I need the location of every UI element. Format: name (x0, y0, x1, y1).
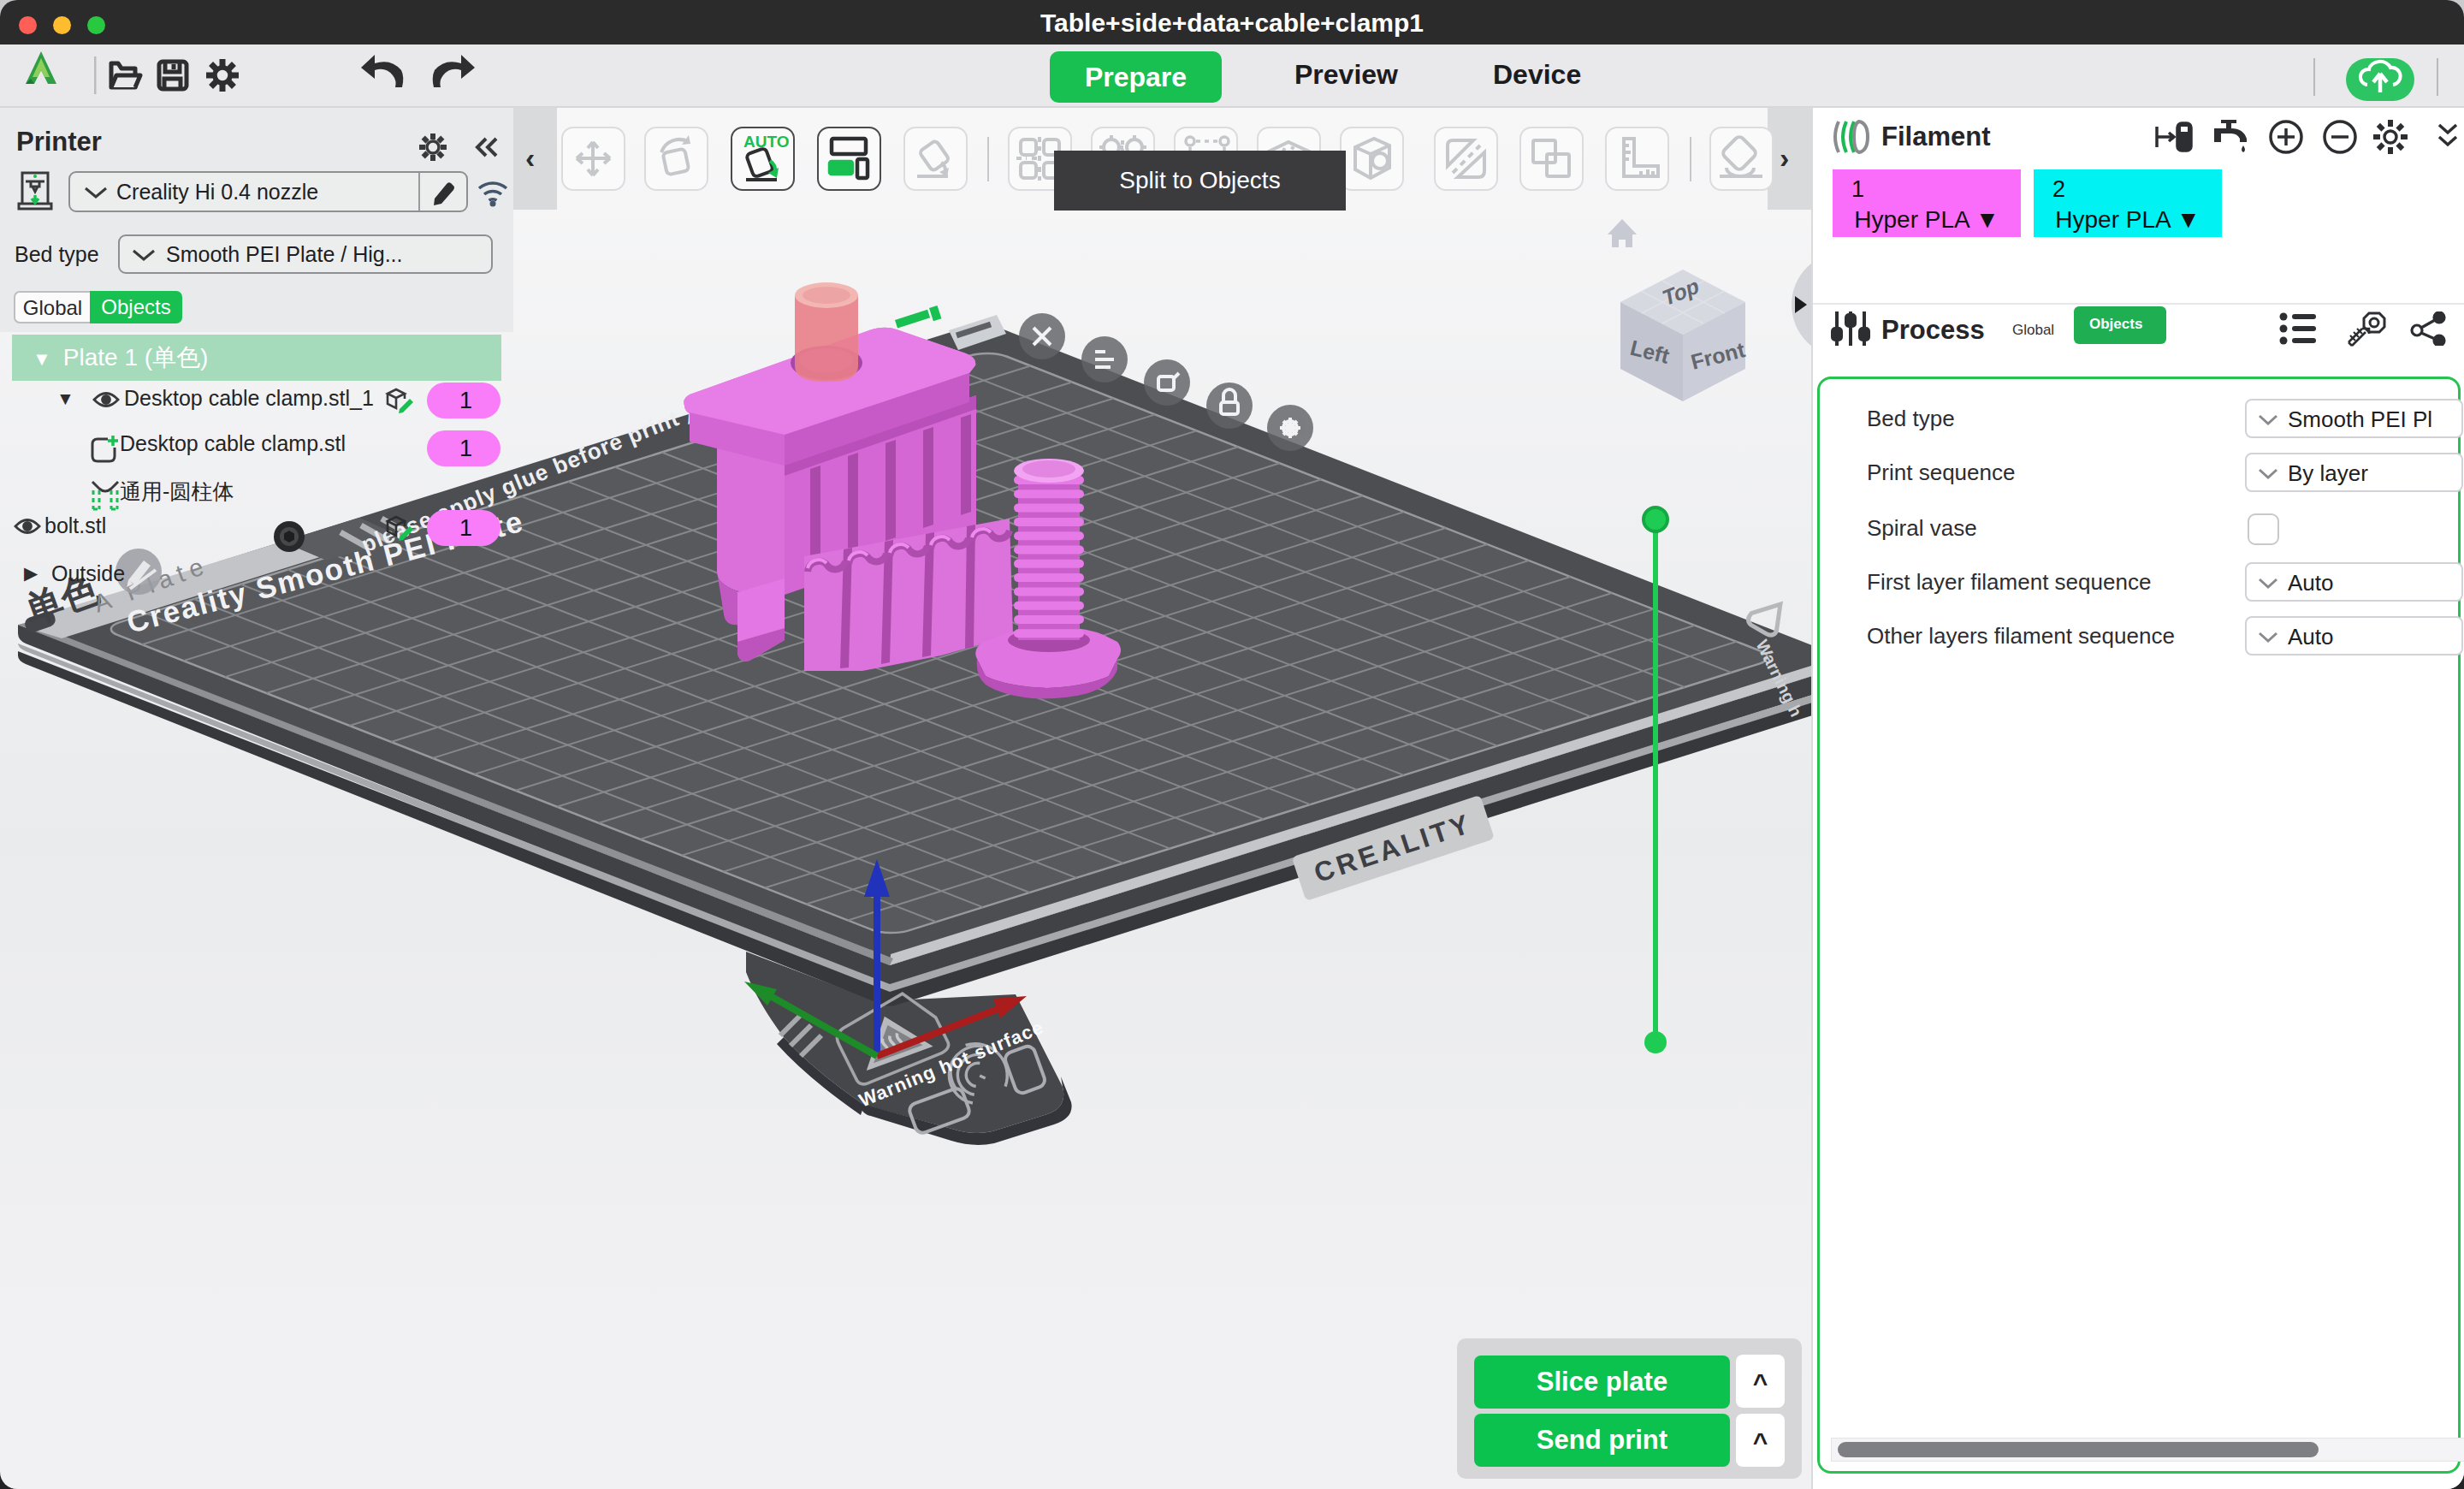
svg-text:AUTO: AUTO (743, 133, 789, 151)
